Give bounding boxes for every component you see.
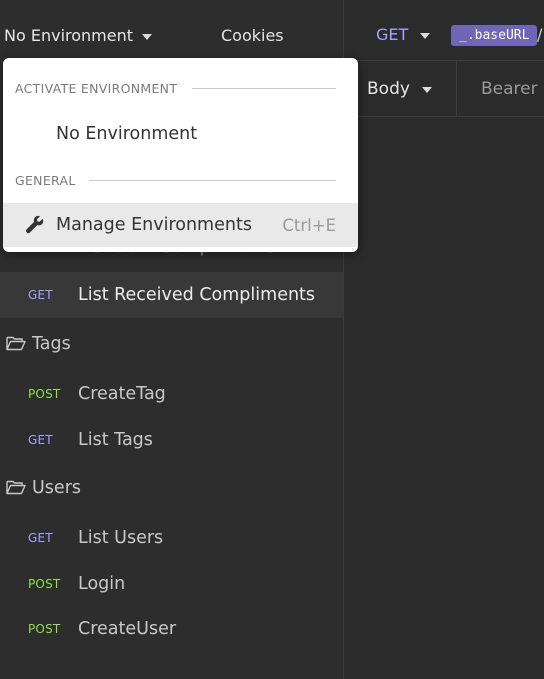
chevron-down-icon [420,32,431,39]
insomnia-window: No Environment Cookies GET List Sent Com… [0,0,544,679]
request-method-badge: POST [28,622,61,636]
folder-users[interactable]: Users [0,465,343,511]
request-method-badge: POST [28,577,61,591]
request-item-createuser[interactable]: POST CreateUser [0,606,343,652]
url-bar: GET _.baseURL / [344,8,544,61]
request-item-createtag[interactable]: POST CreateTag [0,371,343,417]
tab-divider [456,61,457,116]
request-item-list-received-compliments[interactable]: GET List Received Compliments [0,272,343,318]
request-panel: GET _.baseURL / Body Bearer [344,0,544,679]
request-item-login[interactable]: POST Login [0,561,343,607]
request-item-label: CreateUser [78,619,177,639]
request-method-badge: GET [28,288,53,302]
request-tabs: Body Bearer [344,61,544,117]
option-label: No Environment [56,124,198,144]
request-item-label: List Tags [78,430,153,450]
manage-environments-button[interactable]: Manage Environments Ctrl+E [3,203,358,247]
request-item-list-tags[interactable]: GET List Tags [0,417,343,463]
http-method-label: GET [376,25,409,44]
folder-label: Users [32,478,82,498]
tab-body-label: Body [367,79,410,99]
folder-open-icon [6,336,26,351]
folder-tags[interactable]: Tags [0,321,343,367]
request-method-badge: POST [28,387,61,401]
cookies-button[interactable]: Cookies [221,25,284,47]
request-method-badge: GET [28,433,53,447]
request-item-list-users[interactable]: GET List Users [0,515,343,561]
folder-label: Tags [32,334,71,354]
keyboard-shortcut: Ctrl+E [282,215,336,235]
base-url-variable-tag[interactable]: _.baseURL [451,25,538,46]
request-item-label: Login [78,574,126,594]
environment-selector[interactable]: No Environment [4,25,153,47]
sidebar-header: No Environment Cookies [0,8,343,63]
section-header-activate-environment: ACTIVATE ENVIRONMENT [15,81,178,96]
environment-dropdown: ACTIVATE ENVIRONMENT No Environment GENE… [3,58,358,252]
http-method-selector[interactable]: GET [376,25,431,44]
request-method-badge: GET [28,531,53,545]
folder-open-icon [6,480,26,495]
request-item-label: List Users [78,528,164,548]
section-divider [89,180,336,181]
section-header-general: GENERAL [15,173,76,188]
url-input-text[interactable]: / [537,25,542,44]
chevron-down-icon [142,34,153,40]
section-divider [192,88,336,89]
tab-auth-bearer[interactable]: Bearer [481,79,538,99]
chevron-down-icon [421,87,432,93]
wrench-icon [26,215,44,234]
option-no-environment[interactable]: No Environment [3,112,358,156]
request-item-label: List Received Compliments [78,285,316,305]
manage-environments-label: Manage Environments [56,215,252,235]
request-item-label: CreateTag [78,384,166,404]
tab-body[interactable]: Body [367,79,432,99]
environment-selector-label: No Environment [4,26,134,45]
